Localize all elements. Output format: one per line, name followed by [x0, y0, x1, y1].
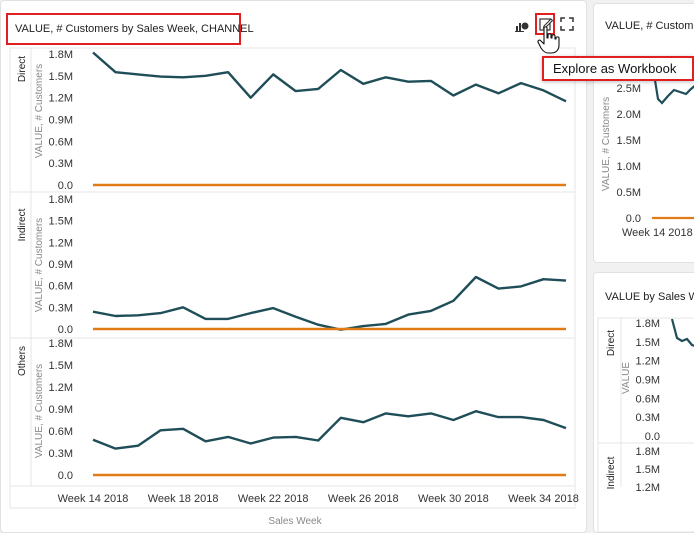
x-tick-label: Week 34 2018 — [508, 493, 579, 505]
chart-title: VALUE, # Customers by Sales Week, CHANNE… — [6, 13, 254, 45]
y-ticks-indirect: 1.8M 1.5M 1.2M 0.9M 0.6M 0.3M 0.0 — [49, 194, 73, 336]
y-tick-label: 1.5M — [49, 71, 73, 83]
y-tick-label: 1.2M — [636, 356, 660, 368]
top-right-y-axis-title: VALUE, # Customers — [601, 97, 612, 191]
y-tick-label: 0.0 — [58, 470, 73, 482]
y-ticks-direct: 1.8M 1.5M 1.2M 0.9M 0.6M 0.3M 0.0 — [49, 49, 73, 192]
y-tick-label: 0.6M — [49, 281, 73, 293]
y-tick-label: 0.9M — [636, 375, 660, 387]
top-right-y-ticks: 2.5M 2.0M 1.5M 1.0M 0.5M 0.0 — [617, 83, 641, 225]
bottom-right-y-ticks-direct: 1.8M 1.5M 1.2M 0.9M 0.6M 0.3M 0.0 — [636, 318, 660, 443]
y-tick-label: 0.9M — [49, 259, 73, 271]
x-tick-label: Week 18 2018 — [148, 493, 219, 505]
top-right-x-tick: Week 14 2018 — [622, 227, 693, 239]
y-axis-title-others: VALUE, # Customers — [34, 364, 45, 458]
y-tick-label: 1.8M — [49, 194, 73, 206]
y-tick-label: 0.3M — [49, 448, 73, 460]
main-chart-card: VALUE, # Customers by Sales Week, CHANNE… — [0, 0, 587, 533]
y-tick-label: 2.0M — [617, 109, 641, 121]
y-axis-title-indirect: VALUE, # Customers — [34, 218, 45, 312]
bottom-right-series-line — [670, 318, 694, 347]
y-tick-label: 1.5M — [636, 337, 660, 349]
bottom-right-chart: Direct Indirect VALUE 1.8M 1.5M 1.2M 0.9M 0.… — [597, 317, 694, 532]
series-line-value — [92, 410, 567, 450]
y-tick-label: 1.5M — [617, 135, 641, 147]
row-label-others: Others — [17, 346, 28, 376]
y-tick-label: 1.8M — [636, 446, 660, 458]
y-tick-label: 0.0 — [645, 431, 660, 443]
x-tick-label: Week 26 2018 — [328, 493, 399, 505]
y-tick-label: 0.0 — [626, 213, 641, 225]
top-right-chart: VALUE, # Customers 2.5M 2.0M 1.5M 1.0M 0.5M 0… — [601, 73, 694, 239]
y-tick-label: 1.2M — [49, 382, 73, 394]
y-tick-label: 0.0 — [58, 180, 73, 192]
y-tick-label: 0.6M — [49, 426, 73, 438]
x-tick-label: Week 30 2018 — [418, 493, 489, 505]
y-tick-label: 0.9M — [49, 115, 73, 127]
y-tick-label: 0.5M — [617, 187, 641, 199]
bottom-right-y-axis-title: VALUE — [621, 362, 632, 394]
y-tick-label: 0.9M — [49, 404, 73, 416]
y-tick-label: 1.2M — [636, 482, 660, 494]
y-tick-label: 1.8M — [49, 49, 73, 61]
y-tick-label: 0.3M — [49, 302, 73, 314]
top-right-chart-card: VALUE, # Customers VALUE, # Customers 2.… — [593, 3, 694, 263]
bottom-right-y-ticks-indirect: 1.8M 1.5M 1.2M — [636, 446, 660, 494]
row-label-indirect: Indirect — [17, 208, 28, 241]
y-tick-label: 1.8M — [49, 338, 73, 350]
y-tick-label: 1.5M — [636, 464, 660, 476]
plot-others — [92, 410, 567, 477]
y-tick-label: 1.0M — [617, 161, 641, 173]
y-tick-label: 1.8M — [636, 318, 660, 330]
bottom-right-row-label-indirect: Indirect — [606, 456, 617, 489]
chart-settings-icon[interactable] — [514, 17, 530, 33]
y-tick-label: 1.2M — [49, 237, 73, 249]
main-chart: Direct VALUE, # Customers 1.8M 1.5M 1.2M 0.… — [9, 47, 579, 527]
x-tick-label: Week 14 2018 — [58, 493, 129, 505]
panel-others: Others VALUE, # Customers 1.8M 1.5M 1.2M 0.… — [17, 338, 567, 482]
explore-tooltip: Explore as Workbook — [542, 56, 694, 81]
series-line-value — [92, 51, 567, 103]
plot-direct — [92, 51, 567, 187]
y-ticks-others: 1.8M 1.5M 1.2M 0.9M 0.6M 0.3M 0.0 — [49, 338, 73, 482]
hand-cursor-icon — [537, 26, 560, 54]
y-tick-label: 0.3M — [49, 158, 73, 170]
y-tick-label: 0.3M — [636, 412, 660, 424]
series-line-value — [92, 275, 567, 331]
row-label-direct: Direct — [17, 56, 28, 82]
bottom-right-row-label-direct: Direct — [606, 330, 617, 356]
y-axis-title-direct: VALUE, # Customers — [34, 64, 45, 158]
y-tick-label: 0.0 — [58, 324, 73, 336]
y-tick-label: 1.2M — [49, 93, 73, 105]
bottom-right-chart-card: VALUE by Sales Week Direct Indirect VALU… — [593, 272, 694, 533]
y-tick-label: 1.5M — [49, 360, 73, 372]
y-tick-label: 0.6M — [636, 393, 660, 405]
plot-indirect — [92, 275, 567, 331]
x-axis-title: Sales Week — [268, 516, 322, 527]
x-axis-ticks: Week 14 2018 Week 18 2018 Week 22 2018 Week… — [58, 493, 579, 505]
y-tick-label: 1.5M — [49, 216, 73, 228]
y-tick-label: 0.6M — [49, 136, 73, 148]
panel-indirect: Indirect VALUE, # Customers 1.8M 1.5M 1.2M… — [17, 194, 567, 336]
panel-direct: Direct VALUE, # Customers 1.8M 1.5M 1.2M 0.… — [17, 49, 567, 192]
y-tick-label: 2.5M — [617, 83, 641, 95]
x-tick-label: Week 22 2018 — [238, 493, 309, 505]
